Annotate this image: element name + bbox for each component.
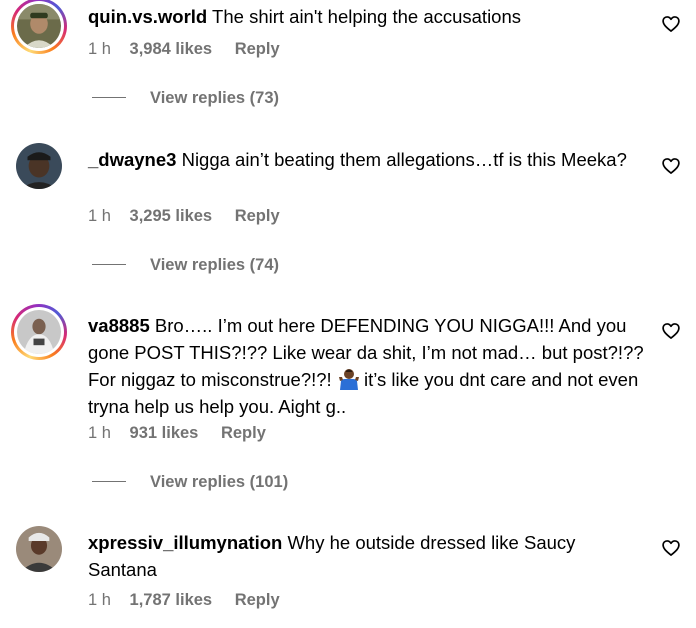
comment-text: Nigga ain’t beating them allegations…tf …: [181, 149, 627, 170]
comment-meta: 1 h 1,787 likes Reply: [88, 591, 280, 610]
comment-likes[interactable]: 3,295 likes: [130, 207, 213, 226]
comment-username[interactable]: _dwayne3: [88, 149, 176, 170]
reply-button[interactable]: Reply: [235, 207, 280, 226]
comment-body: quin.vs.world The shirt ain't helping th…: [88, 3, 648, 30]
view-replies-button[interactable]: View replies (101): [92, 473, 288, 492]
heart-icon[interactable]: [661, 14, 681, 34]
comment-meta: 1 h 3,295 likes Reply: [88, 207, 280, 226]
comment-username[interactable]: quin.vs.world: [88, 6, 207, 27]
view-replies-button[interactable]: View replies (73): [92, 89, 279, 108]
avatar[interactable]: [11, 304, 67, 360]
heart-icon[interactable]: [661, 538, 681, 558]
comment-time: 1 h: [88, 40, 111, 58]
comment-time: 1 h: [88, 591, 111, 609]
reply-button[interactable]: Reply: [235, 40, 280, 59]
comment-time: 1 h: [88, 207, 111, 225]
avatar[interactable]: [16, 143, 62, 189]
comment-likes[interactable]: 931 likes: [130, 424, 199, 443]
divider-line: [92, 97, 126, 99]
comment-time: 1 h: [88, 424, 111, 442]
comment-body: _dwayne3 Nigga ain’t beating them allega…: [88, 146, 648, 173]
avatar[interactable]: [11, 0, 67, 54]
comment-text: The shirt ain't helping the accusations: [212, 6, 522, 27]
avatar[interactable]: [16, 526, 62, 572]
comment-username[interactable]: xpressiv_illumynation: [88, 532, 282, 553]
divider-line: [92, 264, 126, 266]
comment-body: xpressiv_illumynation Why he outside dre…: [88, 529, 648, 583]
view-replies-button[interactable]: View replies (74): [92, 256, 279, 275]
man-shrugging-emoji: [338, 368, 359, 390]
view-replies-label: View replies (73): [150, 89, 280, 107]
comment-likes[interactable]: 1,787 likes: [130, 591, 213, 610]
reply-button[interactable]: Reply: [235, 591, 280, 610]
comment-meta: 1 h 3,984 likes Reply: [88, 40, 280, 59]
divider-line: [92, 481, 126, 483]
view-replies-label: View replies (101): [150, 473, 289, 491]
comment-likes[interactable]: 3,984 likes: [130, 40, 213, 59]
heart-icon[interactable]: [661, 321, 681, 341]
comment-meta: 1 h 931 likes Reply: [88, 424, 266, 443]
comment-username[interactable]: va8885: [88, 315, 150, 336]
comment-body: va8885 Bro….. I’m out here DEFENDING YOU…: [88, 312, 648, 420]
heart-icon[interactable]: [661, 156, 681, 176]
view-replies-label: View replies (74): [150, 256, 280, 274]
reply-button[interactable]: Reply: [221, 424, 266, 443]
